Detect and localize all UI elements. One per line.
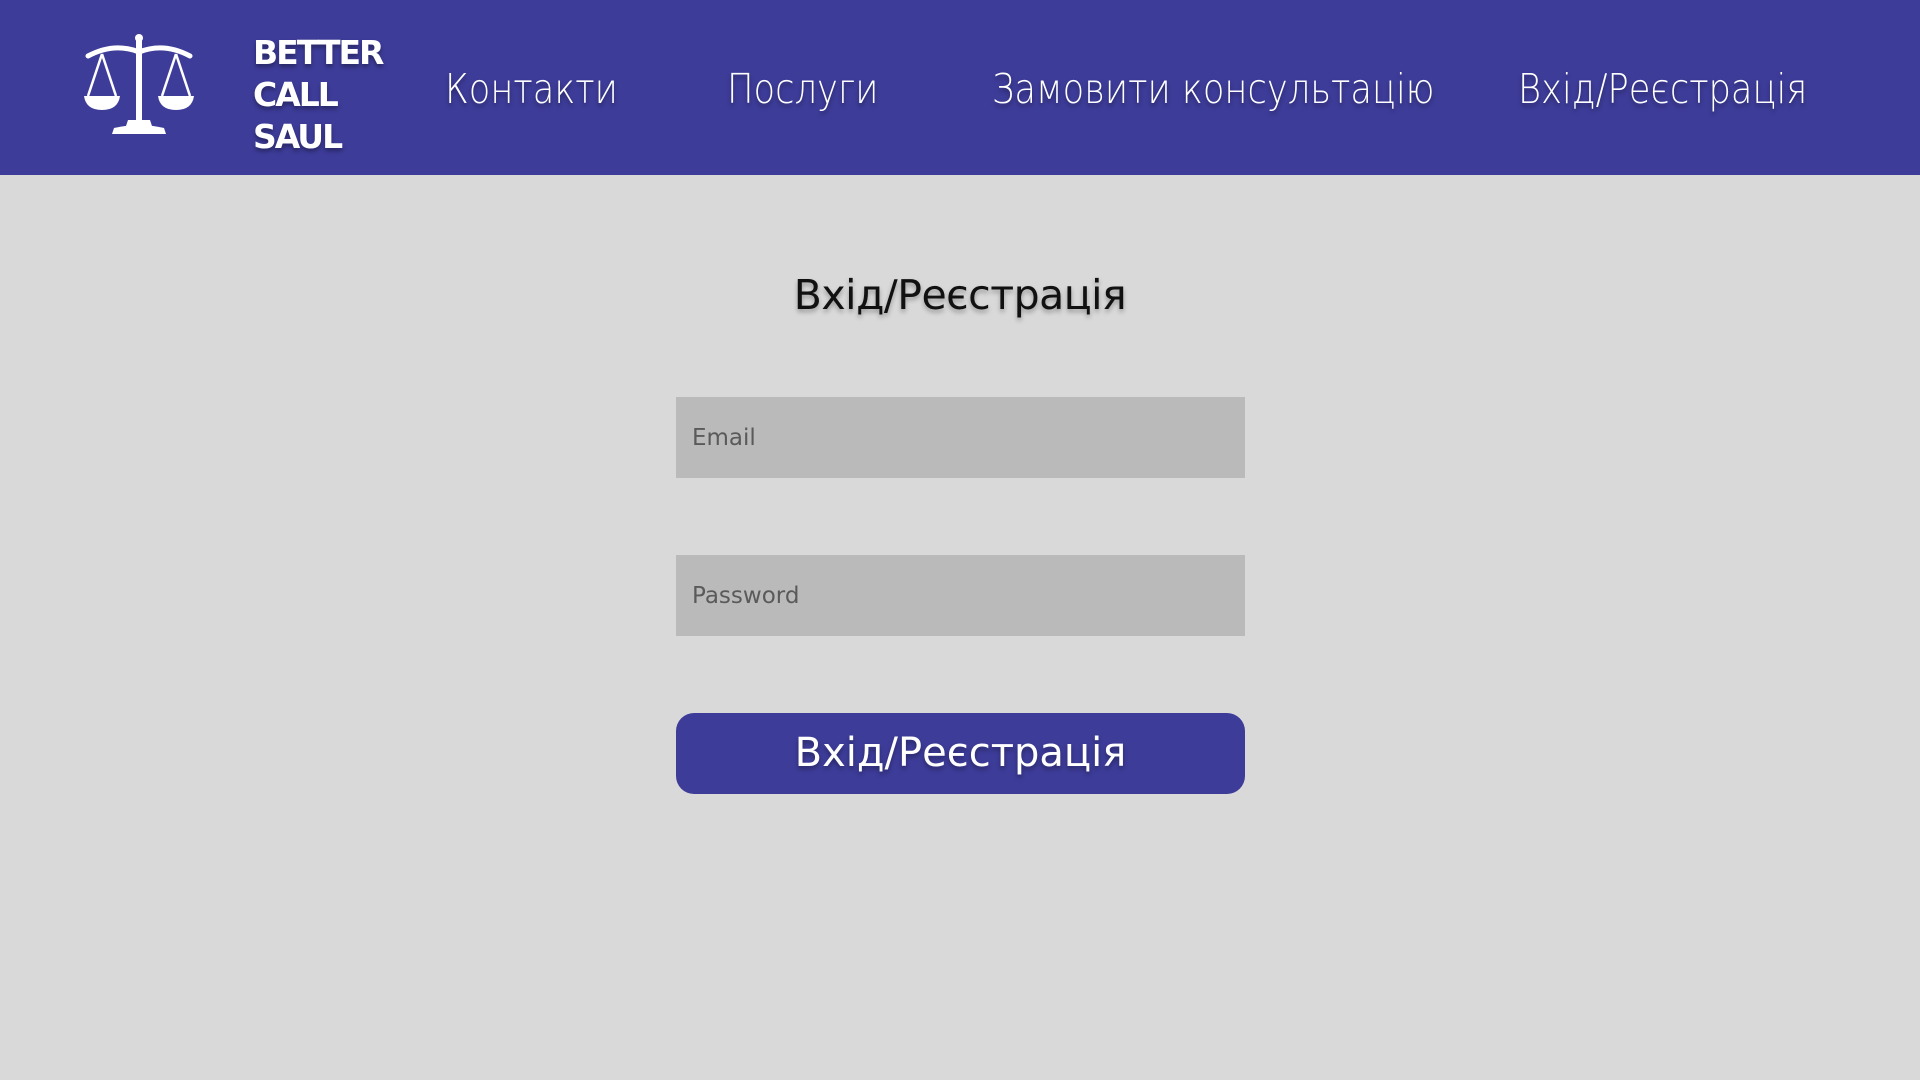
email-input[interactable]: [676, 397, 1245, 478]
logo-text[interactable]: BETTER CALL SAUL: [253, 32, 384, 158]
logo-line-3: SAUL: [253, 117, 343, 156]
password-input[interactable]: [676, 555, 1245, 636]
scales-of-justice-icon[interactable]: [84, 32, 194, 138]
nav-link-services[interactable]: Послуги: [727, 62, 878, 116]
nav-link-contacts[interactable]: Контакти: [445, 62, 618, 116]
nav-link-order-consultation[interactable]: Замовити консультацію: [992, 62, 1434, 116]
logo-line-2: CALL: [253, 75, 339, 114]
page-title: Вхід/Реєстрація: [793, 271, 1127, 319]
logo-line-1: BETTER: [253, 33, 384, 72]
nav-link-login-register[interactable]: Вхід/Реєстрація: [1518, 62, 1807, 116]
site-header: BETTER CALL SAUL Контакти Послуги Замови…: [0, 0, 1920, 175]
login-register-button[interactable]: Вхід/Реєстрація: [676, 713, 1245, 794]
